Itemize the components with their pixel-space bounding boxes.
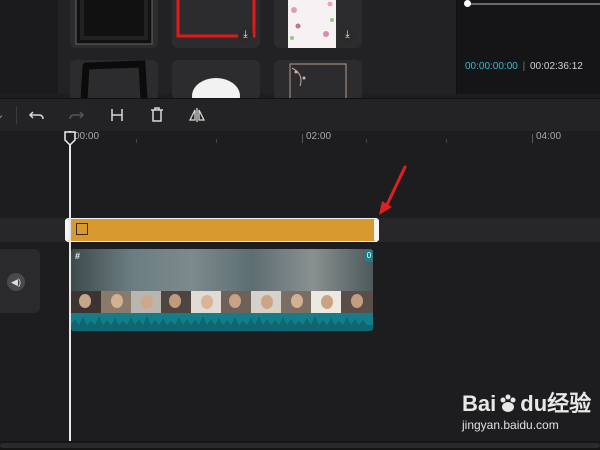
filmstrip-frames bbox=[71, 291, 373, 313]
sticker-thumb-brush-frame[interactable] bbox=[70, 60, 158, 100]
ruler-minor-tick bbox=[366, 139, 367, 143]
speaker-icon[interactable]: ◀) bbox=[7, 273, 25, 291]
black-frame-sticker-preview bbox=[75, 0, 153, 45]
current-time: 00:00:00:00 bbox=[465, 61, 518, 72]
timecode-separator: | bbox=[522, 61, 526, 72]
time-ruler[interactable]: 00:00 02:00 04:00 bbox=[66, 131, 600, 145]
paw-logo-icon bbox=[497, 393, 519, 415]
sticker-thumb-black-frame[interactable] bbox=[70, 0, 158, 48]
edit-toolbar: ⌄ bbox=[0, 98, 600, 132]
ornate-frame-sticker-preview bbox=[289, 63, 347, 100]
video-clip[interactable]: # 0 bbox=[71, 249, 373, 331]
playhead-handle[interactable] bbox=[64, 131, 76, 147]
clip-marker-badge: # bbox=[75, 251, 81, 261]
sticker-thumb-white-blob[interactable] bbox=[172, 60, 260, 100]
sticker-clip-thumbnail bbox=[76, 223, 88, 235]
preview-panel: 00:00:00:00 | 00:02:36:12 bbox=[456, 0, 600, 94]
annotation-arrow-icon bbox=[379, 165, 407, 215]
audio-waveform bbox=[71, 313, 373, 331]
white-blob-sticker-preview bbox=[192, 78, 240, 100]
ruler-label-2: 04:00 bbox=[536, 131, 562, 142]
mirror-icon[interactable] bbox=[186, 105, 208, 125]
preview-progress-track[interactable] bbox=[467, 3, 600, 5]
trash-glyph bbox=[151, 107, 163, 122]
clip-speed-badge: 0 bbox=[365, 250, 373, 262]
scrollbar-thumb[interactable] bbox=[0, 443, 600, 448]
track-audio-header: ◀) bbox=[0, 249, 40, 313]
ruler-label-0: 00:00 bbox=[74, 131, 100, 142]
split-icon[interactable] bbox=[106, 105, 128, 125]
paw-glyph bbox=[500, 394, 516, 412]
clip-right-trim-handle[interactable] bbox=[374, 219, 379, 241]
preview-progress-handle[interactable] bbox=[464, 0, 471, 7]
ruler-minor-tick bbox=[216, 139, 217, 143]
sticker-thumb-red-frame[interactable]: ⤓ bbox=[172, 0, 260, 48]
watermark-url: jingyan.baidu.com bbox=[462, 418, 559, 432]
redo-icon[interactable] bbox=[65, 105, 87, 125]
ruler-minor-tick bbox=[446, 139, 447, 143]
baidu-watermark: Bai du经验 jingyan.baidu.com bbox=[458, 384, 600, 440]
preview-timecode: 00:00:00:00 | 00:02:36:12 bbox=[465, 61, 583, 72]
playhead-line[interactable] bbox=[69, 131, 71, 441]
video-clip-filmstrip bbox=[71, 291, 373, 313]
undo-icon[interactable] bbox=[26, 105, 48, 125]
watermark-brand-text: Bai bbox=[462, 391, 497, 416]
toolbar-divider bbox=[16, 106, 17, 124]
waveform-bars bbox=[71, 316, 373, 331]
delete-icon[interactable] bbox=[146, 105, 168, 125]
split-glyph bbox=[111, 109, 123, 121]
watermark-brand: Bai du经验 bbox=[462, 386, 591, 418]
mirror-glyph bbox=[188, 108, 206, 122]
ruler-tick bbox=[532, 134, 533, 143]
redo-glyph bbox=[69, 111, 85, 120]
watermark-brand-tail: du bbox=[520, 391, 548, 416]
watermark-cn-text: 经验 bbox=[547, 391, 592, 416]
ruler-minor-tick bbox=[136, 139, 137, 143]
ruler-tick bbox=[302, 134, 303, 143]
download-icon[interactable]: ⤓ bbox=[340, 27, 355, 42]
sticker-thumb-ornate-frame[interactable] bbox=[274, 60, 362, 100]
sticker-thumb-floral-card[interactable]: ⤓ bbox=[274, 0, 362, 48]
total-duration: 00:02:36:12 bbox=[530, 61, 583, 72]
brush-frame-sticker-preview bbox=[80, 60, 148, 100]
timeline-scrollbar[interactable] bbox=[0, 441, 600, 450]
chevron-down-icon[interactable]: ⌄ bbox=[0, 105, 6, 125]
undo-glyph bbox=[28, 111, 44, 120]
ruler-label-1: 02:00 bbox=[306, 131, 332, 142]
download-icon[interactable]: ⤓ bbox=[238, 27, 253, 42]
asset-library-panel: ⤓ ⤓ bbox=[0, 0, 456, 100]
asset-category-strip bbox=[0, 0, 58, 94]
video-clip-blurred-frames bbox=[71, 249, 373, 291]
sticker-clip[interactable] bbox=[65, 218, 379, 242]
